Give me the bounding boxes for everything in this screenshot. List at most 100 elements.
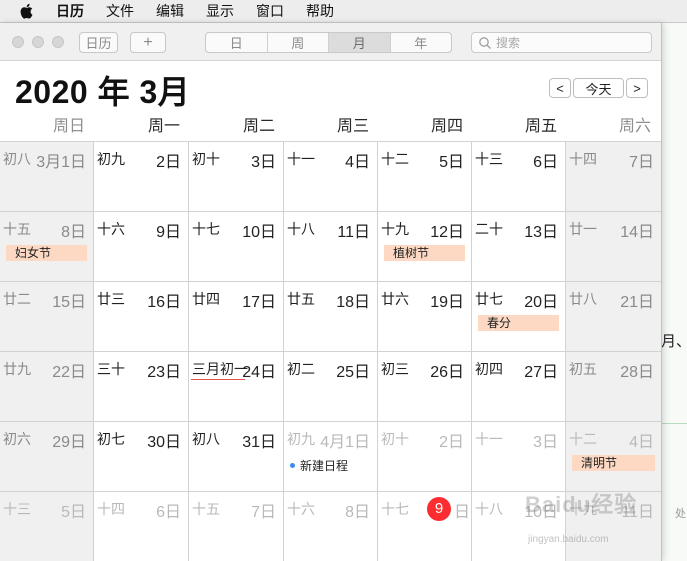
add-event-button[interactable]: + — [130, 32, 166, 53]
day-cell[interactable]: 初九 4月1日 新建日程 — [284, 421, 378, 491]
day-cell[interactable]: 十三 5日 — [0, 491, 94, 561]
apple-menu-icon[interactable] — [18, 2, 36, 20]
day-cell[interactable]: 初六 29日 — [0, 421, 94, 491]
holiday-event[interactable]: 清明节 — [572, 455, 655, 471]
menu-edit[interactable]: 编辑 — [156, 1, 184, 21]
day-cell[interactable]: 十四 6日 — [94, 491, 189, 561]
day-number: 11日 — [337, 224, 370, 241]
day-number: 7日 — [629, 154, 654, 171]
tab-month[interactable]: 月 — [328, 33, 390, 52]
day-cell[interactable]: 廿九 22日 — [0, 351, 94, 421]
tab-day[interactable]: 日 — [206, 33, 267, 52]
lunar-date: 初十 — [381, 431, 409, 447]
menu-view[interactable]: 显示 — [206, 1, 234, 21]
menu-calendar[interactable]: 日历 — [56, 1, 84, 21]
day-number: 20日 — [524, 294, 558, 311]
zoom-window-button[interactable] — [52, 36, 64, 48]
day-cell[interactable]: 十一 4日 — [284, 141, 378, 211]
menu-help[interactable]: 帮助 — [306, 1, 334, 21]
lunar-date: 二十 — [475, 221, 503, 237]
day-cell[interactable]: 初八 31日 — [189, 421, 284, 491]
day-cell[interactable]: 初四 27日 — [472, 351, 566, 421]
day-number: 3日 — [533, 434, 558, 451]
lunar-date: 廿七 — [475, 291, 503, 307]
day-number: 9日 — [156, 224, 181, 241]
day-cell[interactable]: 十八 11日 — [284, 211, 378, 281]
lunar-date: 廿二 — [3, 291, 31, 307]
lunar-date: 初三 — [381, 361, 409, 377]
day-number: 25日 — [336, 364, 370, 381]
close-window-button[interactable] — [12, 36, 24, 48]
tab-year[interactable]: 年 — [389, 33, 452, 52]
lunar-date: 廿九 — [3, 361, 31, 377]
day-cell[interactable]: 初七 30日 — [94, 421, 189, 491]
day-number: 13日 — [524, 224, 558, 241]
day-number: 17日 — [242, 294, 276, 311]
lunar-date: 初八 — [3, 151, 31, 167]
day-number: 5日 — [61, 504, 86, 521]
lunar-date: 十一 — [287, 151, 315, 167]
day-cell[interactable]: 廿五 18日 — [284, 281, 378, 351]
day-cell[interactable]: 十五 7日 — [189, 491, 284, 561]
day-cell[interactable]: 廿六 19日 — [378, 281, 472, 351]
calendar-event[interactable]: 新建日程 — [290, 457, 348, 474]
day-number: 27日 — [524, 364, 558, 381]
day-cell[interactable]: 初十 3日 — [189, 141, 284, 211]
day-cell[interactable]: 廿三 16日 — [94, 281, 189, 351]
day-cell[interactable]: 十六 8日 — [284, 491, 378, 561]
day-cell[interactable]: 初十 2日 — [378, 421, 472, 491]
month-start-underline — [191, 379, 245, 380]
day-cell[interactable]: 十七 10日 — [189, 211, 284, 281]
lunar-date: 十九 — [381, 221, 409, 237]
today-button[interactable]: 今天 — [573, 78, 624, 98]
day-number: 4月1日 — [320, 434, 370, 451]
watermark-url: jingyan.baidu.com — [528, 534, 609, 545]
lunar-date: 初八 — [192, 431, 220, 447]
next-month-button[interactable]: > — [626, 78, 648, 98]
day-cell[interactable]: 廿二 15日 — [0, 281, 94, 351]
lunar-date: 廿八 — [569, 291, 597, 307]
previous-month-button[interactable]: < — [549, 78, 571, 98]
holiday-event[interactable]: 妇女节 — [6, 245, 87, 261]
lunar-date: 初七 — [97, 431, 125, 447]
menu-file[interactable]: 文件 — [106, 1, 134, 21]
holiday-event[interactable]: 春分 — [478, 315, 559, 331]
day-cell[interactable]: 十六 9日 — [94, 211, 189, 281]
day-cell[interactable]: 十四 7日 — [566, 141, 661, 211]
day-cell[interactable]: 三月初一 24日 — [189, 351, 284, 421]
day-cell[interactable]: 十七 9 日 — [378, 491, 472, 561]
search-placeholder: 搜索 — [496, 36, 521, 50]
day-cell[interactable]: 十五 8日 妇女节 — [0, 211, 94, 281]
day-cell[interactable]: 三十 23日 — [94, 351, 189, 421]
lunar-date: 十一 — [475, 431, 503, 447]
calendars-button[interactable]: 日历 — [79, 32, 118, 53]
day-cell[interactable]: 十二 5日 — [378, 141, 472, 211]
search-input[interactable]: 搜索 — [471, 32, 652, 53]
day-cell[interactable]: 二十 13日 — [472, 211, 566, 281]
day-cell[interactable]: 初八 3月1日 — [0, 141, 94, 211]
day-cell[interactable]: 初二 25日 — [284, 351, 378, 421]
lunar-date: 廿五 — [287, 291, 315, 307]
day-number: 2日 — [439, 434, 464, 451]
background-text-fragment: 月、 — [661, 333, 687, 350]
day-cell[interactable]: 廿七 20日春分 — [472, 281, 566, 351]
lunar-date: 十二 — [569, 431, 597, 447]
day-cell[interactable]: 十二 4日 清明节 — [566, 421, 661, 491]
holiday-event[interactable]: 植树节 — [384, 245, 465, 261]
day-cell[interactable]: 十三 6日 — [472, 141, 566, 211]
day-cell[interactable]: 十九 12日植树节 — [378, 211, 472, 281]
day-cell[interactable]: 初九 2日 — [94, 141, 189, 211]
day-cell[interactable]: 廿一 14日 — [566, 211, 661, 281]
day-number: 12日 — [430, 224, 464, 241]
minimize-window-button[interactable] — [32, 36, 44, 48]
menu-window[interactable]: 窗口 — [256, 1, 284, 21]
day-cell[interactable]: 廿四 17日 — [189, 281, 284, 351]
lunar-date: 十三 — [3, 501, 31, 517]
tab-week[interactable]: 周 — [266, 33, 329, 52]
lunar-date: 初六 — [3, 431, 31, 447]
day-cell[interactable]: 初五 28日 — [566, 351, 661, 421]
day-cell[interactable]: 初三 26日 — [378, 351, 472, 421]
day-cell[interactable]: 廿八 21日 — [566, 281, 661, 351]
day-cell[interactable]: 十一 3日 — [472, 421, 566, 491]
today-day-suffix: 日 — [454, 504, 471, 521]
